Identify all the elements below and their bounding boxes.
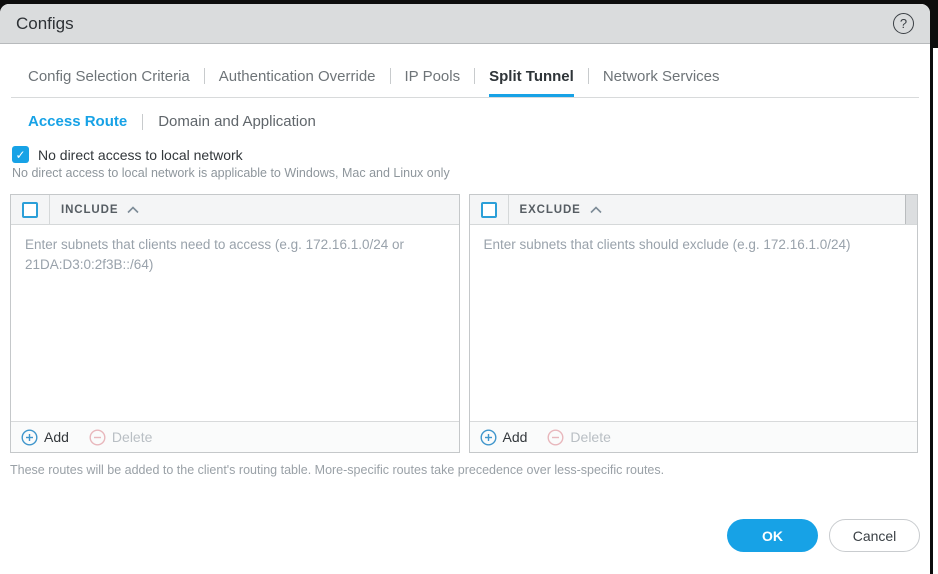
exclude-add-button[interactable]: Add	[480, 429, 528, 446]
add-circle-plus-icon	[21, 429, 38, 446]
subtab-access-route[interactable]: Access Route	[28, 113, 127, 130]
tab-ip-pools[interactable]: IP Pools	[405, 68, 461, 97]
include-panel-header: INCLUDE	[11, 195, 459, 225]
header-divider	[508, 195, 509, 224]
include-panel-toolbar: Add Delete	[11, 421, 459, 452]
help-icon[interactable]: ?	[893, 13, 914, 34]
include-column-label: INCLUDE	[61, 204, 118, 216]
exclude-empty-text: Enter subnets that clients should exclud…	[470, 225, 918, 421]
no-direct-access-checkbox[interactable]: ✓	[12, 146, 29, 163]
no-direct-access-note: No direct access to local network is app…	[12, 166, 918, 180]
dialog-title: Configs	[16, 14, 74, 34]
checkmark-icon: ✓	[15, 148, 25, 162]
exclude-select-all-checkbox[interactable]	[481, 202, 497, 218]
configs-dialog: Configs ? Config Selection Criteria Auth…	[0, 4, 930, 574]
include-panel: INCLUDE Enter subnets that clients need …	[10, 194, 460, 453]
delete-circle-minus-icon	[89, 429, 106, 446]
tab-network-services[interactable]: Network Services	[603, 68, 720, 97]
exclude-panel: EXCLUDE Enter subnets that clients shoul…	[469, 194, 919, 453]
include-empty-text: Enter subnets that clients need to acces…	[11, 225, 459, 421]
subtab-domain-and-application[interactable]: Domain and Application	[158, 113, 316, 130]
cancel-button[interactable]: Cancel	[829, 519, 920, 552]
include-add-button[interactable]: Add	[21, 429, 69, 446]
tab-separator	[390, 68, 391, 84]
no-direct-access-option: ✓ No direct access to local network	[12, 146, 918, 163]
include-column-sort[interactable]: INCLUDE	[61, 204, 139, 216]
ok-button[interactable]: OK	[727, 519, 818, 552]
tab-separator	[204, 68, 205, 84]
subtab-bar: Access Route Domain and Application	[0, 98, 930, 130]
add-circle-plus-icon	[480, 429, 497, 446]
tab-separator	[474, 68, 475, 84]
tab-authentication-override[interactable]: Authentication Override	[219, 68, 376, 97]
include-delete-button[interactable]: Delete	[89, 429, 152, 446]
exclude-column-sort[interactable]: EXCLUDE	[520, 204, 602, 216]
subtab-separator	[142, 114, 143, 130]
tab-bar: Config Selection Criteria Authentication…	[11, 44, 919, 98]
tab-separator	[588, 68, 589, 84]
exclude-column-label: EXCLUDE	[520, 204, 581, 216]
tab-config-selection-criteria[interactable]: Config Selection Criteria	[28, 68, 190, 97]
page-background-sliver	[933, 48, 938, 574]
exclude-panel-toolbar: Add Delete	[470, 421, 918, 452]
sort-caret-up-icon	[127, 206, 139, 214]
exclude-delete-button[interactable]: Delete	[547, 429, 610, 446]
no-direct-access-label[interactable]: No direct access to local network	[38, 147, 243, 163]
scrollbar-spacer	[905, 195, 917, 224]
header-divider	[49, 195, 50, 224]
sort-caret-up-icon	[590, 206, 602, 214]
screen: Configs ? Config Selection Criteria Auth…	[0, 0, 938, 574]
delete-circle-minus-icon	[547, 429, 564, 446]
routes-footnote: These routes will be added to the client…	[10, 463, 918, 477]
tab-split-tunnel[interactable]: Split Tunnel	[489, 68, 574, 97]
dialog-titlebar: Configs ?	[0, 4, 930, 44]
dialog-actions: OK Cancel	[727, 519, 920, 552]
include-select-all-checkbox[interactable]	[22, 202, 38, 218]
exclude-panel-header: EXCLUDE	[470, 195, 918, 225]
route-panels: INCLUDE Enter subnets that clients need …	[10, 194, 918, 453]
